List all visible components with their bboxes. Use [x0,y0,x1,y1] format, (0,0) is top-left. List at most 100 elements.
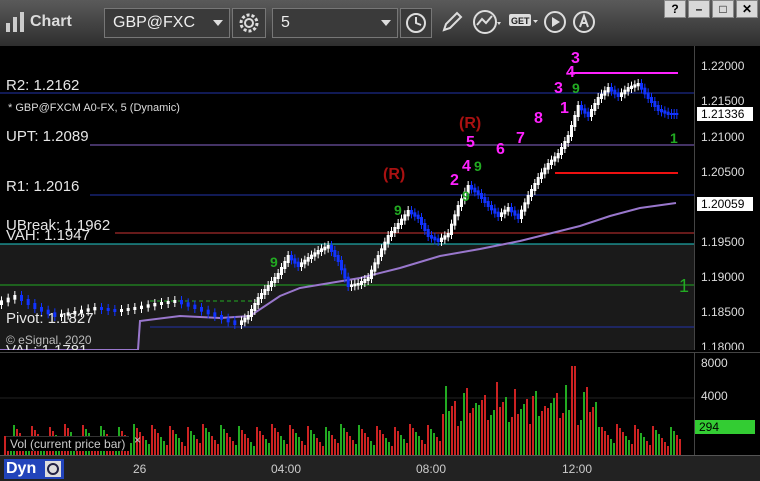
volume-bar [478,405,480,456]
candle-body [380,248,383,257]
volume-bar [532,396,534,456]
candle-body [396,223,400,229]
candle-body [653,101,657,107]
candle-body [166,301,170,304]
maximize-button[interactable]: □ [712,0,734,18]
volume-bar [562,413,564,456]
candle-body [500,212,503,217]
candle-body [316,250,320,255]
volume-bar [610,439,612,456]
volume-bar [589,412,591,456]
studies-button[interactable] [470,8,502,38]
volume-bar [232,441,234,456]
candle-body [520,209,523,219]
candle-body [390,231,393,237]
candle-body [623,89,627,95]
candle-body [630,85,633,89]
candle-body [516,213,520,219]
volume-bar [505,397,507,456]
candle-body [313,252,317,257]
count-label: 3 [554,80,563,97]
candle-body [366,277,370,281]
level-label-upt: UPT: 1.2089 [6,128,89,145]
alerts-button[interactable] [572,8,604,38]
price-chart-area[interactable]: * GBP@FXCM A0-FX, 5 (Dynamic) R2: 1.2162… [0,46,694,350]
volume-bar [196,439,198,456]
interval-selector[interactable]: 5 [272,8,398,38]
candle-body [556,153,560,159]
candle-body [20,295,23,301]
volume-close-button[interactable]: × [134,433,141,447]
candle-body [266,285,270,291]
replay-button[interactable] [540,8,572,38]
candle-body [180,300,183,305]
candle-body [250,309,253,317]
volume-bar [295,433,297,456]
candle-body [590,109,593,117]
volume-bar [358,425,360,456]
volume-bar [172,430,174,456]
settings-button[interactable] [232,8,266,38]
candle-body [656,105,660,111]
help-button[interactable]: ? [664,0,686,18]
last-price-tag: 1.21336 [697,107,753,121]
volume-bar [292,429,294,456]
volume-bar [442,414,444,456]
get-label: GET [511,16,530,26]
candle-body [213,312,217,317]
copyright-label: © eSignal, 2020 [6,333,92,347]
volume-bar [451,406,453,456]
get-data-button[interactable]: GET [506,8,538,38]
candle-body [346,276,350,287]
volume-bar [334,439,336,456]
candle-body [370,269,373,279]
volume-bar [190,431,192,456]
candle-body [613,89,617,95]
volume-bar [349,436,351,456]
draw-tool-button[interactable] [436,8,468,38]
candle-body [333,250,337,257]
candle-body [423,223,427,231]
candle-body [360,281,363,285]
volume-bar [427,425,429,456]
volume-bar [598,427,600,456]
volume-bar [433,433,435,456]
candle-body [523,202,527,212]
candle-body [120,309,123,312]
candle-body [533,183,537,191]
candle-body [326,245,330,249]
candle-body [350,284,353,287]
volume-bar [298,437,300,456]
volume-bar [409,424,411,456]
time-template-button[interactable] [400,8,432,38]
count-label: 2 [450,172,459,189]
dynamic-mode-button[interactable]: Dyn [4,459,64,479]
candle-body [363,279,367,283]
volume-bar [247,438,249,456]
candle-body [646,92,650,99]
volume-bar [205,428,207,456]
candle-body [560,147,563,155]
candle-body [666,111,670,115]
volume-bar [574,366,576,456]
candle-body [140,305,143,309]
price-axis[interactable]: 1.22000 1.21500 1.21000 1.20500 1.19500 … [694,46,760,350]
minimize-button[interactable]: – [688,0,710,18]
symbol-selector[interactable]: GBP@FXC [104,8,230,38]
volume-bar [475,403,477,456]
candle-body [476,190,480,195]
volume-bar [553,398,555,456]
volume-bar [382,434,384,456]
candle-body [596,97,600,105]
volume-bar [274,428,276,456]
candle-body [650,97,653,103]
volume-bar [226,433,228,456]
candle-body [206,309,210,315]
volume-bar [508,422,510,456]
candle-body [13,295,17,300]
volume-bar [595,402,597,456]
close-button[interactable]: ✕ [736,0,758,18]
volume-bar [592,407,594,456]
volume-bar [448,411,450,456]
volume-bar [673,431,675,456]
